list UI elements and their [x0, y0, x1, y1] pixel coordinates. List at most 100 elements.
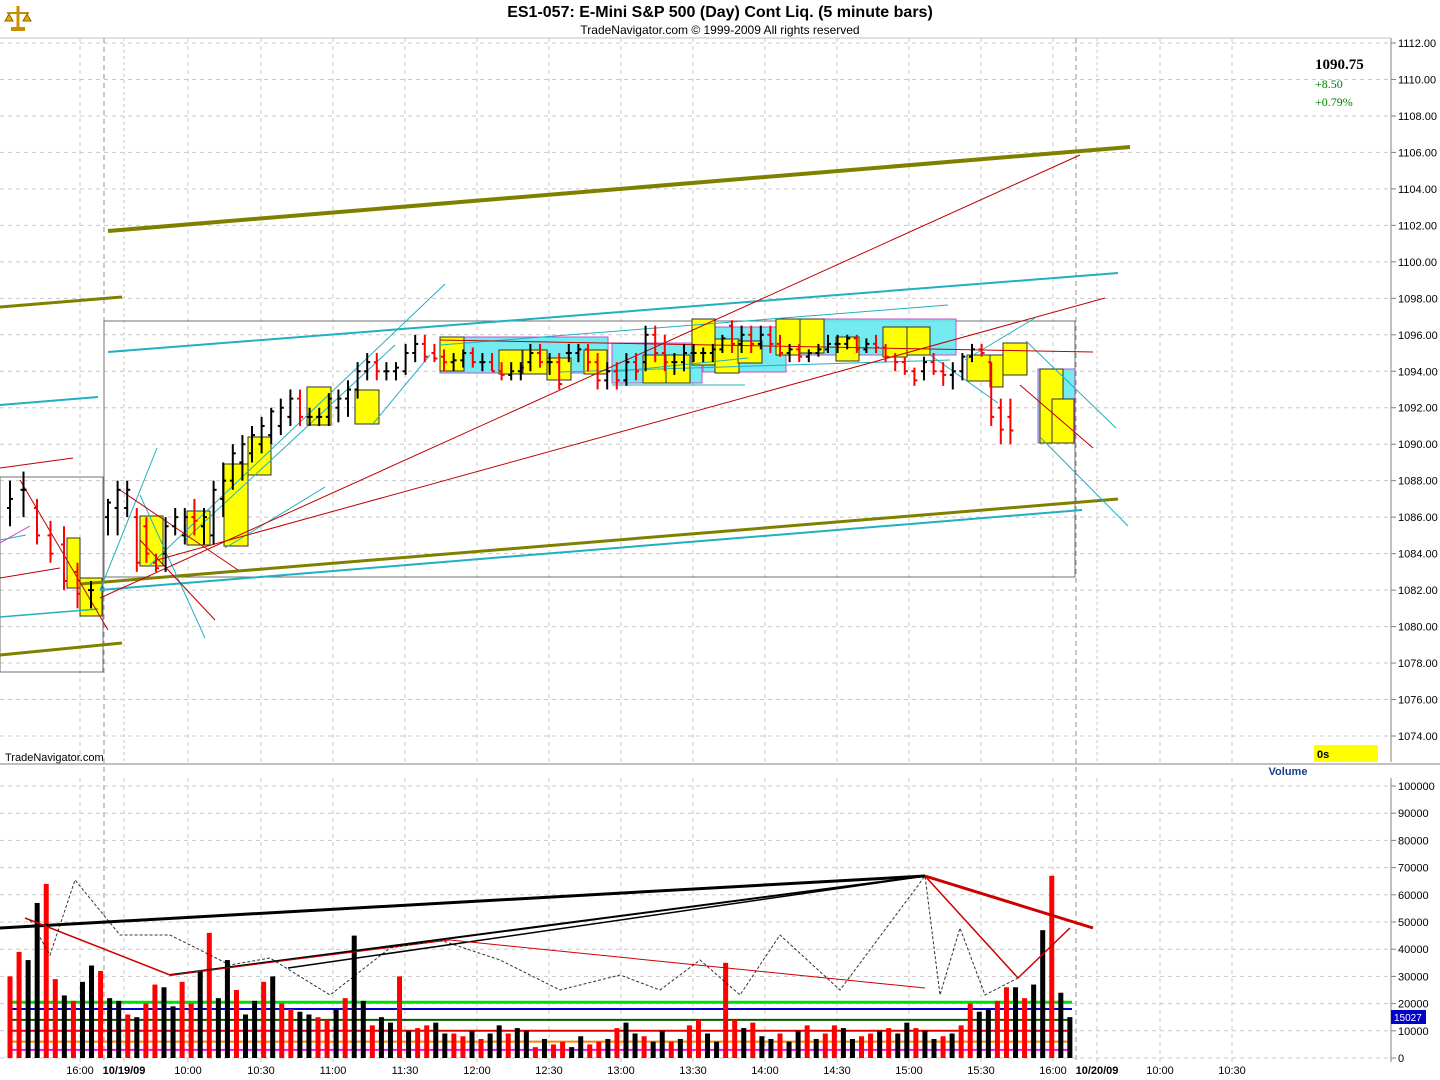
watermark: TradeNavigator.com	[5, 752, 104, 764]
volume-bar	[686, 1025, 692, 1058]
volume-bar	[1022, 998, 1028, 1058]
volume-bar	[134, 1017, 140, 1058]
volume-bar	[25, 960, 31, 1058]
volume-bar	[224, 960, 230, 1058]
time-tick-label: 11:30	[392, 1065, 419, 1077]
volume-bar	[469, 1030, 475, 1058]
volume-bar	[759, 1036, 765, 1058]
volume-bar	[1067, 1017, 1073, 1058]
volume-bar	[342, 998, 348, 1058]
volume-bar	[795, 1030, 801, 1058]
price-tick-label: 1106.00	[1398, 147, 1437, 159]
volume-tick-label: 40000	[1398, 944, 1429, 956]
price-tick-label: 1074.00	[1398, 731, 1438, 743]
time-tick-label: 10/19/09	[103, 1065, 146, 1077]
volume-bar	[714, 1041, 720, 1058]
volume-bar	[541, 1038, 547, 1058]
volume-bar	[1003, 987, 1009, 1058]
volume-bar	[43, 883, 49, 1058]
volume-bar	[369, 1025, 375, 1058]
volume-bar	[333, 1009, 339, 1058]
volume-bar	[415, 1028, 421, 1058]
volume-tick-label: 70000	[1398, 863, 1429, 875]
volume-bar	[125, 1014, 131, 1058]
time-tick-label: 14:30	[823, 1065, 851, 1077]
volume-tick-label: 0	[1398, 1053, 1404, 1065]
volume-bar	[7, 976, 13, 1058]
volume-bar	[505, 1033, 511, 1058]
price-tick-label: 1090.00	[1398, 439, 1438, 451]
volume-bar	[61, 995, 67, 1058]
time-tick-label: 15:30	[967, 1065, 995, 1077]
volume-bar	[623, 1022, 629, 1058]
volume-bar	[306, 1014, 312, 1058]
volume-bar	[252, 1000, 258, 1058]
volume-bar	[152, 984, 158, 1058]
volume-bar	[913, 1028, 919, 1058]
time-tick-label: 10:30	[1218, 1065, 1246, 1077]
time-tick-label: 16:00	[1039, 1065, 1067, 1077]
volume-bar	[940, 1036, 946, 1058]
volume-bar	[868, 1033, 874, 1058]
volume-bar	[641, 1036, 647, 1058]
chart-canvas: 1112.00 1110.00 1108.00 1106.00 1104.00 1102.…	[0, 0, 1440, 1080]
pattern-box	[906, 326, 931, 356]
pattern-box	[1051, 398, 1075, 444]
volume-bar	[931, 1038, 937, 1058]
volume-bar	[849, 1038, 855, 1058]
time-tick-label: 15:00	[895, 1065, 923, 1077]
price-tick-label: 1076.00	[1398, 695, 1438, 707]
pattern-box	[799, 318, 825, 354]
volume-bar	[523, 1030, 529, 1058]
pattern-box	[139, 515, 164, 567]
volume-bar	[569, 1047, 575, 1058]
volume-bar	[877, 1030, 883, 1058]
price-tick-label: 1110.00	[1398, 74, 1436, 86]
volume-bar	[732, 1019, 738, 1058]
volume-bar	[804, 1025, 810, 1058]
volume-bar	[233, 990, 239, 1058]
volume-bar	[70, 1000, 76, 1058]
volume-bar	[822, 1033, 828, 1058]
volume-bar	[777, 1033, 783, 1058]
volume-bar	[659, 1030, 665, 1058]
volume-bar	[614, 1028, 620, 1058]
volume-bar	[487, 1033, 493, 1058]
volume-bar	[270, 976, 276, 1058]
scales-logo-icon[interactable]	[4, 4, 32, 32]
volume-bar	[695, 1019, 701, 1058]
volume-bar	[324, 1019, 330, 1058]
price-change-pct: +0.79%	[1315, 95, 1353, 109]
pattern-box	[522, 349, 548, 375]
volume-bar	[560, 1041, 566, 1058]
volume-bar	[397, 976, 403, 1058]
volume-bar	[387, 1022, 393, 1058]
price-tick-label: 1088.00	[1398, 476, 1438, 488]
time-tick-label: 10:00	[174, 1065, 202, 1077]
volume-bar	[632, 1033, 638, 1058]
price-tick-label: 1096.00	[1398, 330, 1438, 342]
volume-bar	[949, 1033, 955, 1058]
volume-bar	[994, 1000, 1000, 1058]
volume-bar	[52, 979, 58, 1058]
volume-bar	[1013, 987, 1019, 1058]
time-tick-label: 13:00	[607, 1065, 635, 1077]
volume-bar	[16, 951, 22, 1058]
volume-tick-label: 90000	[1398, 808, 1429, 820]
volume-bar	[768, 1038, 774, 1058]
volume-bar	[378, 1017, 384, 1058]
price-tick-label: 1084.00	[1398, 549, 1438, 561]
price-tick-label: 1086.00	[1398, 512, 1438, 524]
volume-bar	[116, 1000, 122, 1058]
volume-bar	[315, 1017, 321, 1058]
volume-bar	[741, 1028, 747, 1058]
volume-bar	[297, 1011, 303, 1058]
volume-bar	[179, 981, 185, 1058]
time-tick-label: 12:30	[535, 1065, 563, 1077]
volume-tick-label: 100000	[1398, 781, 1435, 793]
time-tick-label: 11:00	[320, 1065, 347, 1077]
volume-bar	[596, 1041, 602, 1058]
volume-tick-label: 50000	[1398, 917, 1429, 929]
volume-bar	[360, 1000, 366, 1058]
volume-bar	[840, 1028, 846, 1058]
